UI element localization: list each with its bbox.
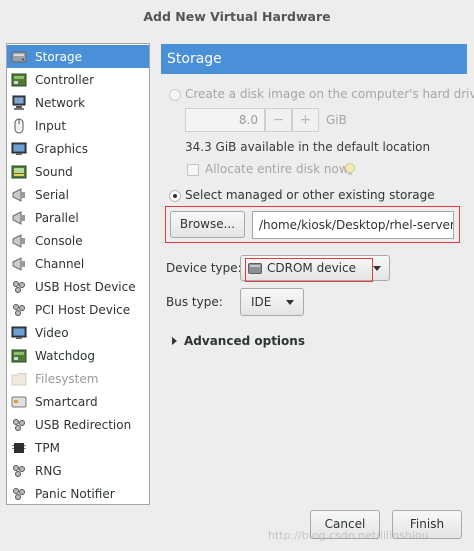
sidebar-item-label: Watchdog (35, 348, 95, 363)
window-title: Add New Virtual Hardware (143, 9, 331, 24)
hardware-type-list[interactable]: Storage Controller Network Input Graphics Sou… (6, 43, 150, 505)
available-space-text: 34.3 GiB available in the default locati… (185, 140, 431, 154)
folder-icon (11, 372, 27, 385)
sidebar-item-label: Controller (35, 72, 95, 87)
controller-icon (11, 73, 27, 86)
chevron-down-icon (286, 300, 294, 305)
allocate-disk-checkbox[interactable] (187, 164, 199, 176)
sidebar-item-label: USB Host Device (35, 279, 136, 294)
panel-title: Storage (161, 44, 467, 74)
sidebar-item-label: Storage (35, 49, 82, 64)
decrease-size-button[interactable]: − (265, 108, 292, 132)
device-type-value: CDROM device (267, 261, 356, 275)
sidebar-item-label: Network (35, 95, 86, 110)
lightbulb-icon (345, 163, 355, 175)
device-type-label: Device type: (166, 261, 242, 275)
sidebar-item-rng[interactable]: RNG (7, 459, 149, 482)
sidebar-item-pci-host-device[interactable]: PCI Host Device (7, 298, 149, 321)
sidebar-item-usb-host-device[interactable]: USB Host Device (7, 275, 149, 298)
sidebar-item-panic-notifier[interactable]: Panic Notifier (7, 482, 149, 505)
sound-card-icon (11, 165, 27, 178)
sidebar-item-network[interactable]: Network (7, 91, 149, 114)
sidebar-item-label: Filesystem (35, 371, 99, 386)
finish-button[interactable]: Finish (392, 510, 462, 539)
sidebar-item-label: Serial (35, 187, 69, 202)
sidebar-item-label: RNG (35, 463, 62, 478)
sidebar-item-label: Graphics (35, 141, 88, 156)
sidebar-item-label: Console (35, 233, 83, 248)
mouse-icon (14, 118, 24, 133)
browse-button[interactable]: Browse... (170, 211, 245, 238)
sidebar-item-console[interactable]: Console (7, 229, 149, 252)
sidebar-item-channel[interactable]: Channel (7, 252, 149, 275)
advanced-options-expander[interactable]: Advanced options (184, 334, 305, 348)
sidebar-item-watchdog[interactable]: Watchdog (7, 344, 149, 367)
bus-type-select[interactable]: IDE (240, 288, 304, 316)
allocate-disk-label: Allocate entire disk now (205, 162, 349, 176)
increase-size-button[interactable]: + (292, 108, 319, 132)
sidebar-item-label: Channel (35, 256, 85, 271)
managed-storage-label: Select managed or other existing storage (185, 188, 435, 202)
sidebar-item-label: USB Redirection (35, 417, 132, 432)
disk-size-input[interactable]: 8.0 (185, 108, 265, 132)
sidebar-item-label: Parallel (35, 210, 79, 225)
sidebar-item-input[interactable]: Input (7, 114, 149, 137)
channel-icon (12, 256, 25, 271)
sidebar-item-sound[interactable]: Sound (7, 160, 149, 183)
sidebar-item-label: Video (35, 325, 69, 340)
bus-type-value: IDE (251, 295, 272, 309)
device-type-select[interactable]: CDROM device (240, 255, 390, 281)
network-icon (12, 95, 26, 110)
smartcard-icon (11, 396, 27, 407)
managed-storage-radio[interactable] (169, 190, 181, 202)
create-disk-radio[interactable] (169, 89, 181, 101)
watchdog-icon (11, 349, 27, 362)
rng-icon (13, 464, 25, 477)
tpm-chip-icon (12, 442, 26, 453)
pci-icon (13, 303, 25, 316)
sidebar-item-usb-redirection[interactable]: USB Redirection (7, 413, 149, 436)
usb-redirection-icon (13, 418, 25, 431)
chevron-down-icon (373, 266, 381, 271)
size-unit-label: GiB (326, 113, 347, 127)
create-disk-label: Create a disk image on the computer's ha… (185, 87, 474, 101)
sidebar-item-smartcard[interactable]: Smartcard (7, 390, 149, 413)
sidebar-item-video[interactable]: Video (7, 321, 149, 344)
sidebar-item-label: Sound (35, 164, 73, 179)
sidebar-item-parallel[interactable]: Parallel (7, 206, 149, 229)
hard-disk-icon (11, 51, 27, 62)
storage-path-input[interactable]: /home/kiosk/Desktop/rhel-server- (252, 211, 454, 239)
bus-type-label: Bus type: (166, 295, 223, 309)
monitor-icon (11, 142, 27, 155)
parallel-icon (12, 210, 25, 225)
sidebar-item-label: Smartcard (35, 394, 98, 409)
sidebar-item-filesystem[interactable]: Filesystem (7, 367, 149, 390)
expander-arrow-icon[interactable] (172, 337, 177, 345)
cdrom-icon (248, 263, 262, 274)
sidebar-item-label: PCI Host Device (35, 302, 131, 317)
panic-icon (13, 487, 25, 500)
sidebar-item-serial[interactable]: Serial (7, 183, 149, 206)
sidebar-item-label: Input (35, 118, 67, 133)
sidebar-item-label: TPM (35, 440, 60, 455)
sidebar-item-graphics[interactable]: Graphics (7, 137, 149, 160)
sidebar-item-label: Panic Notifier (35, 486, 115, 501)
console-icon (12, 233, 25, 248)
serial-icon (12, 187, 25, 202)
sidebar-item-storage[interactable]: Storage (7, 45, 149, 68)
usb-icon (13, 280, 25, 293)
cancel-button[interactable]: Cancel (310, 510, 380, 539)
video-icon (11, 326, 27, 339)
sidebar-item-controller[interactable]: Controller (7, 68, 149, 91)
sidebar-item-tpm[interactable]: TPM (7, 436, 149, 459)
